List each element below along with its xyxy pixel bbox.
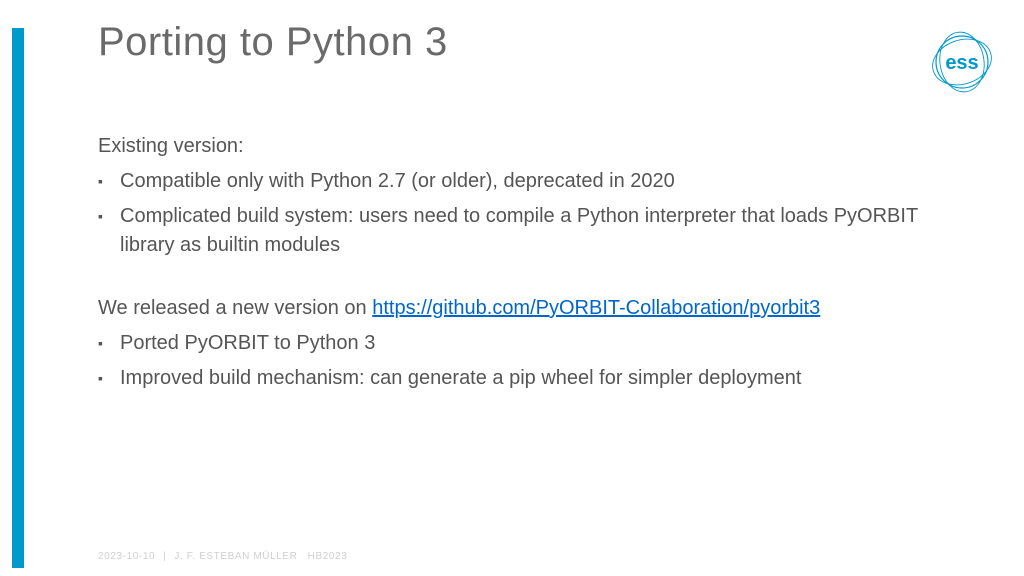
list-item: Ported PyORBIT to Python 3: [98, 329, 964, 358]
slide-title: Porting to Python 3: [98, 20, 448, 65]
slide: ess Porting to Python 3 Existing version…: [0, 0, 1024, 576]
section2-prefix: We released a new version on: [98, 297, 372, 319]
list-item: Compatible only with Python 2.7 (or olde…: [98, 167, 964, 196]
logo-text: ess: [945, 52, 978, 74]
section2-label: We released a new version on https://git…: [98, 294, 964, 323]
section1-list: Compatible only with Python 2.7 (or olde…: [98, 167, 964, 260]
accent-bar: [12, 28, 24, 568]
list-item: Complicated build system: users need to …: [98, 202, 964, 260]
ess-logo: ess: [928, 28, 996, 96]
footer-event: HB2023: [308, 551, 348, 562]
section1-label: Existing version:: [98, 132, 964, 161]
footer-sep: |: [163, 551, 166, 562]
list-item: Improved build mechanism: can generate a…: [98, 364, 964, 393]
pyorbit3-link[interactable]: https://github.com/PyORBIT-Collaboration…: [372, 297, 820, 319]
slide-footer: 2023-10-10 | J. F. ESTEBAN MÜLLER HB2023: [98, 551, 347, 562]
footer-author: J. F. ESTEBAN MÜLLER: [174, 551, 297, 562]
footer-date: 2023-10-10: [98, 551, 155, 562]
section2-list: Ported PyORBIT to Python 3 Improved buil…: [98, 329, 964, 393]
slide-body: Existing version: Compatible only with P…: [98, 132, 964, 399]
